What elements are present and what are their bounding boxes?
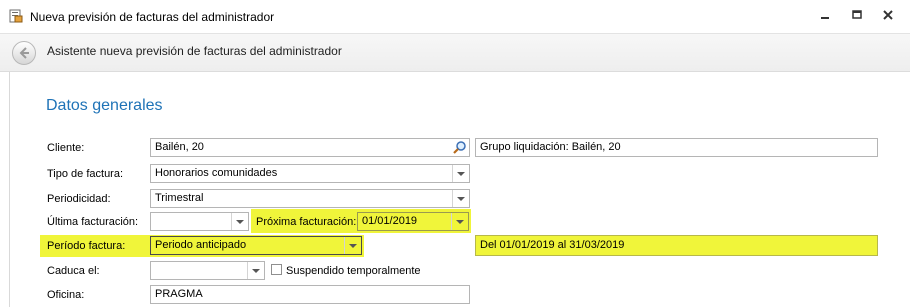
periodo-factura-select[interactable]: Periodo anticipado	[150, 236, 362, 255]
periodicidad-select[interactable]: Trimestral	[150, 189, 470, 208]
tipo-factura-select[interactable]: Honorarios comunidades	[150, 164, 470, 183]
caduca-date[interactable]	[150, 261, 265, 280]
tipo-factura-value: Honorarios comunidades	[155, 167, 278, 179]
periodicidad-value: Trimestral	[155, 192, 204, 204]
section-title: Datos generales	[46, 97, 163, 114]
chevron-down-icon[interactable]	[231, 213, 248, 230]
suspendido-label: Suspendido temporalmente	[286, 265, 421, 277]
proxima-facturacion-date[interactable]: 01/01/2019	[357, 212, 469, 231]
periodo-rango-field: Del 01/01/2019 al 31/03/2019	[475, 235, 878, 256]
grupo-liquidacion-value: Grupo liquidación: Bailén, 20	[480, 141, 621, 153]
cliente-label: Cliente:	[47, 142, 85, 154]
ultima-facturacion-date[interactable]	[150, 212, 249, 231]
periodo-factura-value: Periodo anticipado	[155, 239, 247, 251]
suspendido-checkbox[interactable]	[271, 264, 282, 275]
wizard-title: Asistente nueva previsión de facturas de…	[47, 44, 342, 58]
ultima-facturacion-label: Última facturación:	[47, 216, 139, 228]
grupo-liquidacion-field: Grupo liquidación: Bailén, 20	[475, 138, 878, 157]
chevron-down-icon[interactable]	[451, 213, 468, 230]
restore-icon[interactable]	[850, 9, 864, 21]
oficina-label: Oficina:	[47, 289, 85, 301]
chevron-down-icon[interactable]	[452, 190, 469, 207]
back-arrow-icon	[19, 47, 29, 59]
close-icon[interactable]	[881, 9, 895, 21]
chevron-down-icon[interactable]	[452, 165, 469, 182]
cliente-field[interactable]: Bailén, 20	[150, 138, 470, 157]
oficina-value: PRAGMA	[155, 288, 203, 300]
wizard-header: Asistente nueva previsión de facturas de…	[0, 34, 910, 72]
chevron-down-icon[interactable]	[247, 262, 264, 279]
back-button[interactable]	[12, 41, 36, 65]
cliente-value: Bailén, 20	[155, 141, 204, 153]
periodo-rango-value: Del 01/01/2019 al 31/03/2019	[480, 239, 625, 251]
minimize-icon[interactable]	[818, 9, 832, 21]
search-icon[interactable]	[452, 140, 467, 155]
caduca-label: Caduca el:	[47, 265, 100, 277]
chevron-down-icon[interactable]	[344, 237, 361, 254]
periodicidad-label: Periodicidad:	[47, 193, 111, 205]
app-icon	[9, 9, 23, 23]
tipo-factura-label: Tipo de factura:	[47, 168, 124, 180]
window-title: Nueva previsión de facturas del administ…	[30, 10, 275, 24]
proxima-facturacion-label: Próxima facturación:	[256, 216, 357, 228]
proxima-facturacion-value: 01/01/2019	[362, 215, 418, 227]
oficina-field[interactable]: PRAGMA	[150, 285, 470, 304]
periodo-factura-label: Período factura:	[47, 240, 126, 252]
window-titlebar: Nueva previsión de facturas del administ…	[0, 0, 910, 34]
